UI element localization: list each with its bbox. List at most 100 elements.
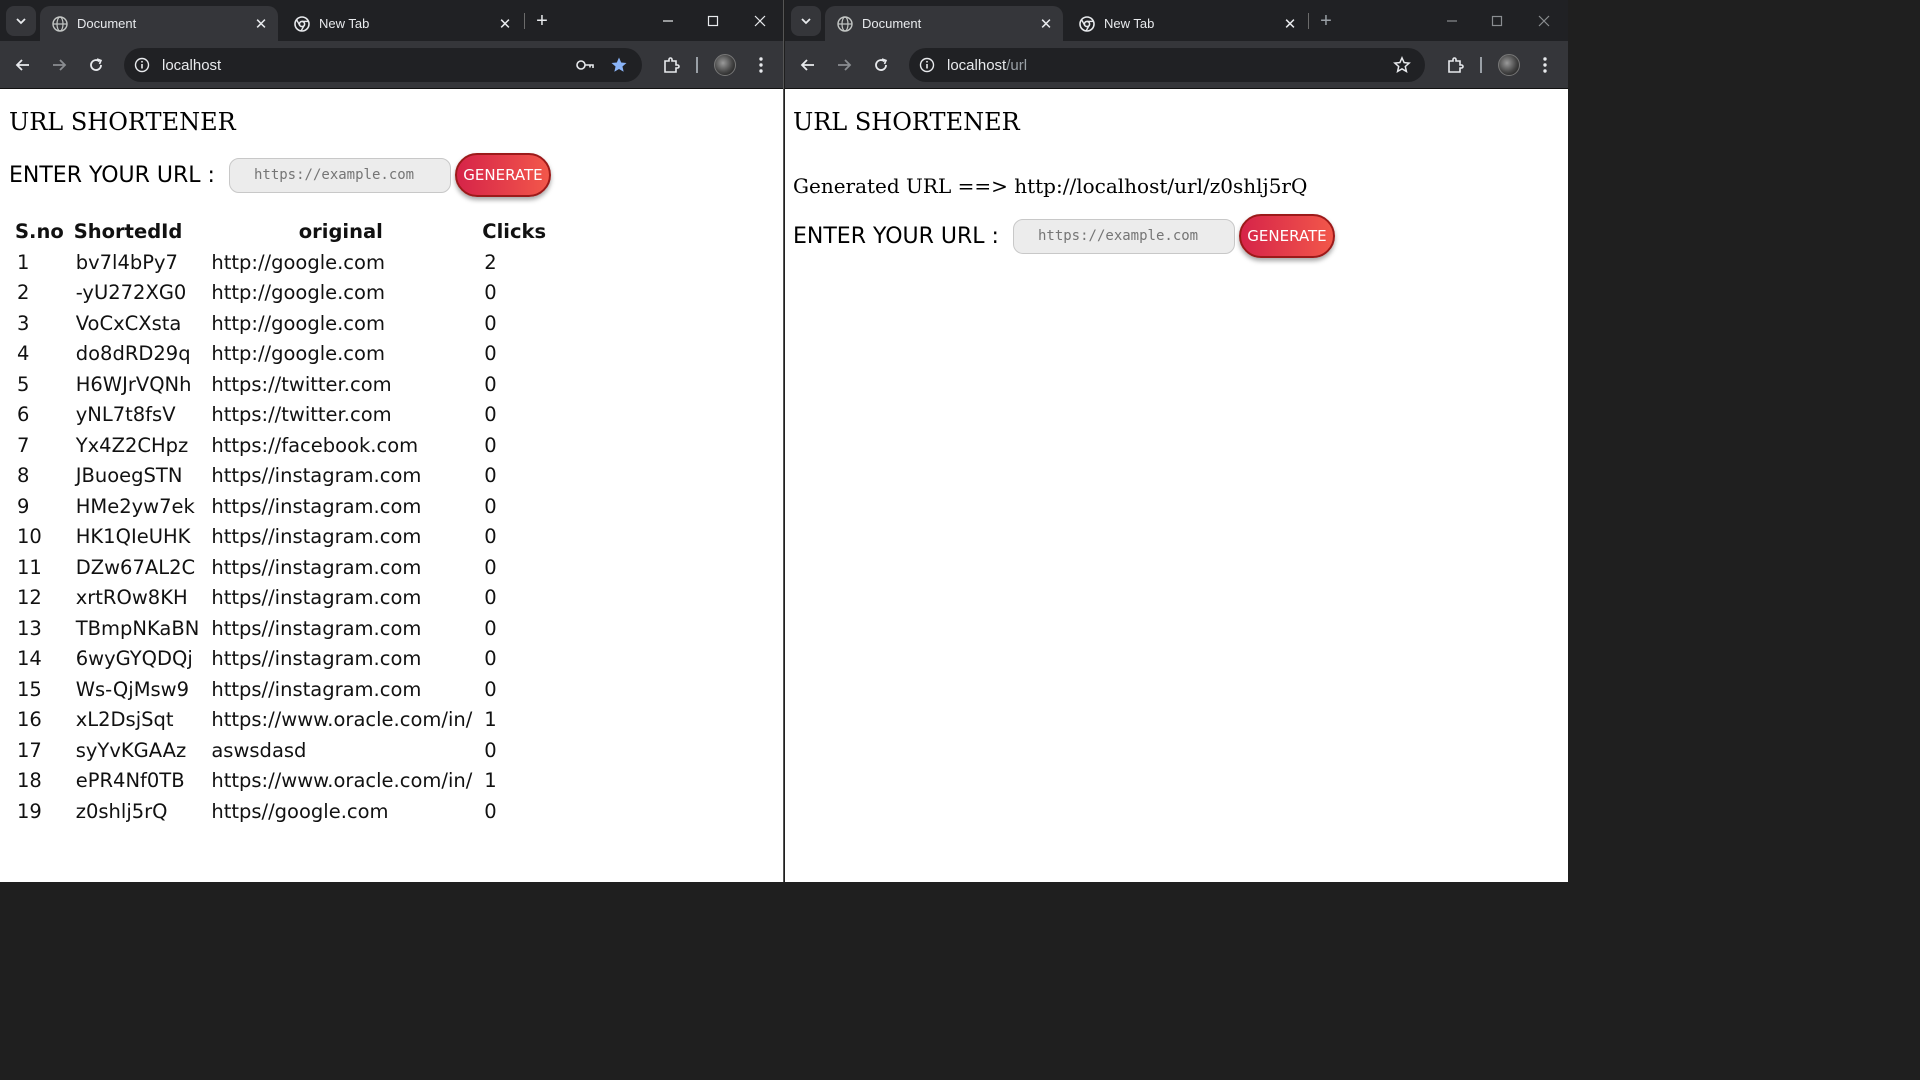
column-header-original: original — [298, 219, 383, 243]
plus-icon[interactable]: + — [530, 9, 554, 33]
tab-strip: Document ✕ New Tab ✕ + — [785, 0, 1568, 41]
tab-document[interactable]: Document ✕ — [40, 6, 278, 41]
maximize-icon[interactable] — [691, 6, 735, 36]
address-bar[interactable]: localhost/url — [909, 48, 1425, 82]
address-text: localhost/url — [947, 57, 1027, 74]
close-icon[interactable] — [1522, 6, 1566, 36]
urls-table: S.no ShortedId original Clicks 1 bv7l4bPy… — [9, 214, 552, 828]
cell-sno: 2 — [17, 281, 30, 305]
cell-sno: 17 — [17, 738, 42, 762]
cell-clicks: 0 — [484, 525, 497, 549]
table-row: 1 bv7l4bPy7 http://google.com 2 — [11, 248, 550, 277]
minimize-icon[interactable] — [646, 6, 690, 36]
tab-search-button[interactable] — [6, 6, 36, 36]
cell-clicks: 0 — [484, 433, 497, 457]
url-input[interactable] — [228, 157, 451, 193]
avatar[interactable] — [714, 54, 736, 76]
page-content: URL SHORTENER ENTER YOUR URL : GENERATE … — [0, 90, 783, 882]
cell-clicks: 0 — [484, 342, 497, 366]
cell-clicks: 0 — [484, 281, 497, 305]
cell-shortid: HK1QIeUHK — [75, 525, 191, 549]
cell-sno: 11 — [17, 555, 42, 579]
column-header-clicks: Clicks — [482, 219, 547, 243]
plus-icon[interactable]: + — [1314, 9, 1338, 33]
star-outline-icon[interactable] — [1391, 54, 1413, 76]
tab-new-tab[interactable]: New Tab ✕ — [1067, 6, 1307, 41]
key-icon[interactable] — [574, 54, 596, 76]
globe-icon — [52, 15, 68, 32]
address-bar[interactable]: localhost — [124, 48, 642, 82]
cell-clicks: 0 — [484, 555, 497, 579]
browser-window-right: Document ✕ New Tab ✕ + localhost/url URL… — [785, 0, 1568, 882]
cell-shortid: 6wyGYQDQj — [75, 647, 193, 671]
table-row: 11 DZw67AL2C https//instagram.com 0 — [11, 553, 550, 582]
avatar[interactable] — [1498, 54, 1520, 76]
reload-icon[interactable] — [866, 50, 896, 80]
tab-search-button[interactable] — [791, 6, 821, 36]
tab-document[interactable]: Document ✕ — [825, 6, 1063, 41]
cell-clicks: 0 — [484, 647, 497, 671]
url-form: ENTER YOUR URL : GENERATE — [9, 153, 551, 197]
cell-shortid: HMe2yw7ek — [75, 494, 195, 518]
table-row: 2 -yU272XG0 http://google.com 0 — [11, 279, 550, 308]
cell-sno: 12 — [17, 586, 42, 610]
cell-sno: 5 — [17, 372, 30, 396]
generate-button[interactable]: GENERATE — [454, 153, 551, 197]
table-row: 5 H6WJrVQNh https://twitter.com 0 — [11, 370, 550, 399]
address-host: localhost — [947, 57, 1007, 74]
arrow-left-icon[interactable] — [793, 50, 823, 80]
arrow-right-icon[interactable] — [829, 50, 859, 80]
url-form: ENTER YOUR URL : GENERATE — [793, 214, 1335, 258]
close-icon[interactable] — [738, 6, 782, 36]
table-row: 6 yNL7t8fsV https://twitter.com 0 — [11, 401, 550, 430]
reload-icon[interactable] — [81, 50, 111, 80]
cell-original: https//instagram.com — [211, 494, 422, 518]
arrow-right-icon[interactable] — [44, 50, 74, 80]
cell-clicks: 0 — [484, 586, 497, 610]
tab-new-tab[interactable]: New Tab ✕ — [282, 6, 522, 41]
cell-shortid: xL2DsjSqt — [75, 708, 174, 732]
info-icon[interactable] — [917, 55, 937, 75]
table-row: 19 z0shlj5rQ https//google.com 0 — [11, 797, 550, 826]
close-icon[interactable]: ✕ — [1035, 13, 1057, 35]
close-icon[interactable]: ✕ — [1279, 13, 1301, 35]
cell-clicks: 1 — [484, 708, 497, 732]
toolbar-divider — [696, 57, 698, 73]
close-icon[interactable]: ✕ — [494, 13, 516, 35]
star-icon[interactable] — [608, 54, 630, 76]
cell-shortid: TBmpNKaBN — [75, 616, 200, 640]
url-input[interactable] — [1012, 218, 1235, 254]
cell-clicks: 0 — [484, 616, 497, 640]
cell-original: https//instagram.com — [211, 525, 422, 549]
table-row: 3 VoCxCXsta http://google.com 0 — [11, 309, 550, 338]
tab-divider — [1308, 13, 1309, 29]
kebab-menu-icon[interactable] — [1530, 50, 1560, 80]
cell-sno: 10 — [17, 525, 42, 549]
table-row: 12 xrtROw8KH https//instagram.com 0 — [11, 584, 550, 613]
arrow-left-icon[interactable] — [8, 50, 38, 80]
url-form-label: ENTER YOUR URL : — [9, 162, 215, 188]
minimize-icon[interactable] — [1430, 6, 1474, 36]
close-icon[interactable]: ✕ — [250, 13, 272, 35]
cell-shortid: xrtROw8KH — [75, 586, 188, 610]
table-row: 7 Yx4Z2CHpz https://facebook.com 0 — [11, 431, 550, 460]
puzzle-icon[interactable] — [656, 50, 686, 80]
table-row: 9 HMe2yw7ek https//instagram.com 0 — [11, 492, 550, 521]
generate-button[interactable]: GENERATE — [1238, 214, 1335, 258]
puzzle-icon[interactable] — [1440, 50, 1470, 80]
chevron-down-icon — [801, 18, 811, 25]
table-row: 4 do8dRD29q http://google.com 0 — [11, 340, 550, 369]
info-icon[interactable] — [132, 55, 152, 75]
maximize-icon[interactable] — [1475, 6, 1519, 36]
cell-shortid: yNL7t8fsV — [75, 403, 176, 427]
chrome-icon — [1079, 15, 1095, 32]
kebab-menu-icon[interactable] — [746, 50, 776, 80]
table-row: 13 TBmpNKaBN https//instagram.com 0 — [11, 614, 550, 643]
cell-sno: 14 — [17, 647, 42, 671]
cell-clicks: 1 — [484, 769, 497, 793]
cell-shortid: ePR4Nf0TB — [75, 769, 185, 793]
address-host: localhost — [162, 57, 222, 74]
browser-toolbar: localhost — [0, 41, 783, 89]
tab-title: Document — [77, 16, 137, 31]
cell-original: https://twitter.com — [211, 372, 392, 396]
